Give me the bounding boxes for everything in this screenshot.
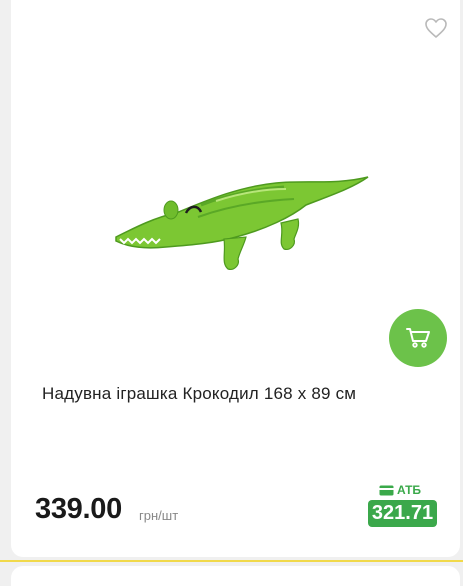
next-product-card[interactable] (11, 566, 460, 586)
divider (0, 560, 463, 562)
product-image[interactable] (106, 165, 376, 275)
price-unit: грн/шт (139, 508, 179, 523)
product-card[interactable]: Надувна іграшка Крокодил 168 х 89 см 339… (11, 0, 460, 557)
add-to-cart-button[interactable] (389, 309, 447, 367)
cart-icon (406, 328, 430, 348)
product-price: 339.00 (35, 493, 122, 525)
promo-store-label: АТБ (379, 482, 421, 498)
heart-icon[interactable] (424, 17, 448, 39)
promo-price: 321.71 (368, 500, 437, 527)
product-title[interactable]: Надувна іграшка Крокодил 168 х 89 см (42, 383, 432, 405)
card-icon (379, 485, 394, 495)
promo-store-name: АТБ (397, 483, 422, 497)
